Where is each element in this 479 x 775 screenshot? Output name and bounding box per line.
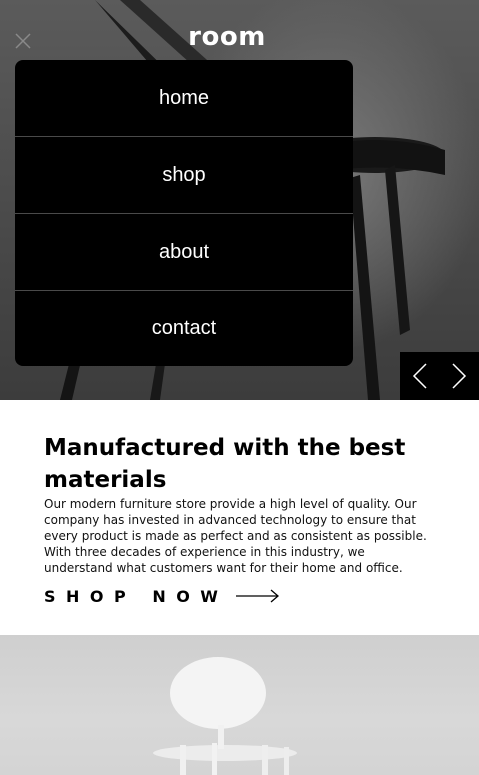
menu-item-home[interactable]: home [15,60,353,137]
menu-item-shop[interactable]: shop [15,137,353,214]
slider-controls [400,352,479,400]
feature-section: Manufactured with the best materials Our… [0,400,479,635]
menu-item-contact[interactable]: contact [15,291,353,366]
feature-description: Our modern furniture store provide a hig… [44,497,427,575]
chevron-left-icon[interactable] [408,361,432,391]
nav-menu: home shop about contact [15,60,353,366]
menu-item-about[interactable]: about [15,214,353,291]
shop-now-label: SHOP NOW [44,586,229,606]
feature-headline: Manufactured with the best materials [44,435,406,493]
chevron-right-icon[interactable] [447,361,471,391]
hero-image: room home shop about contact [0,0,479,400]
shop-now-link[interactable]: SHOP NOW [44,586,280,606]
white-chair-image [0,635,479,775]
arrow-right-icon [236,589,280,603]
logo[interactable]: room [0,22,454,52]
